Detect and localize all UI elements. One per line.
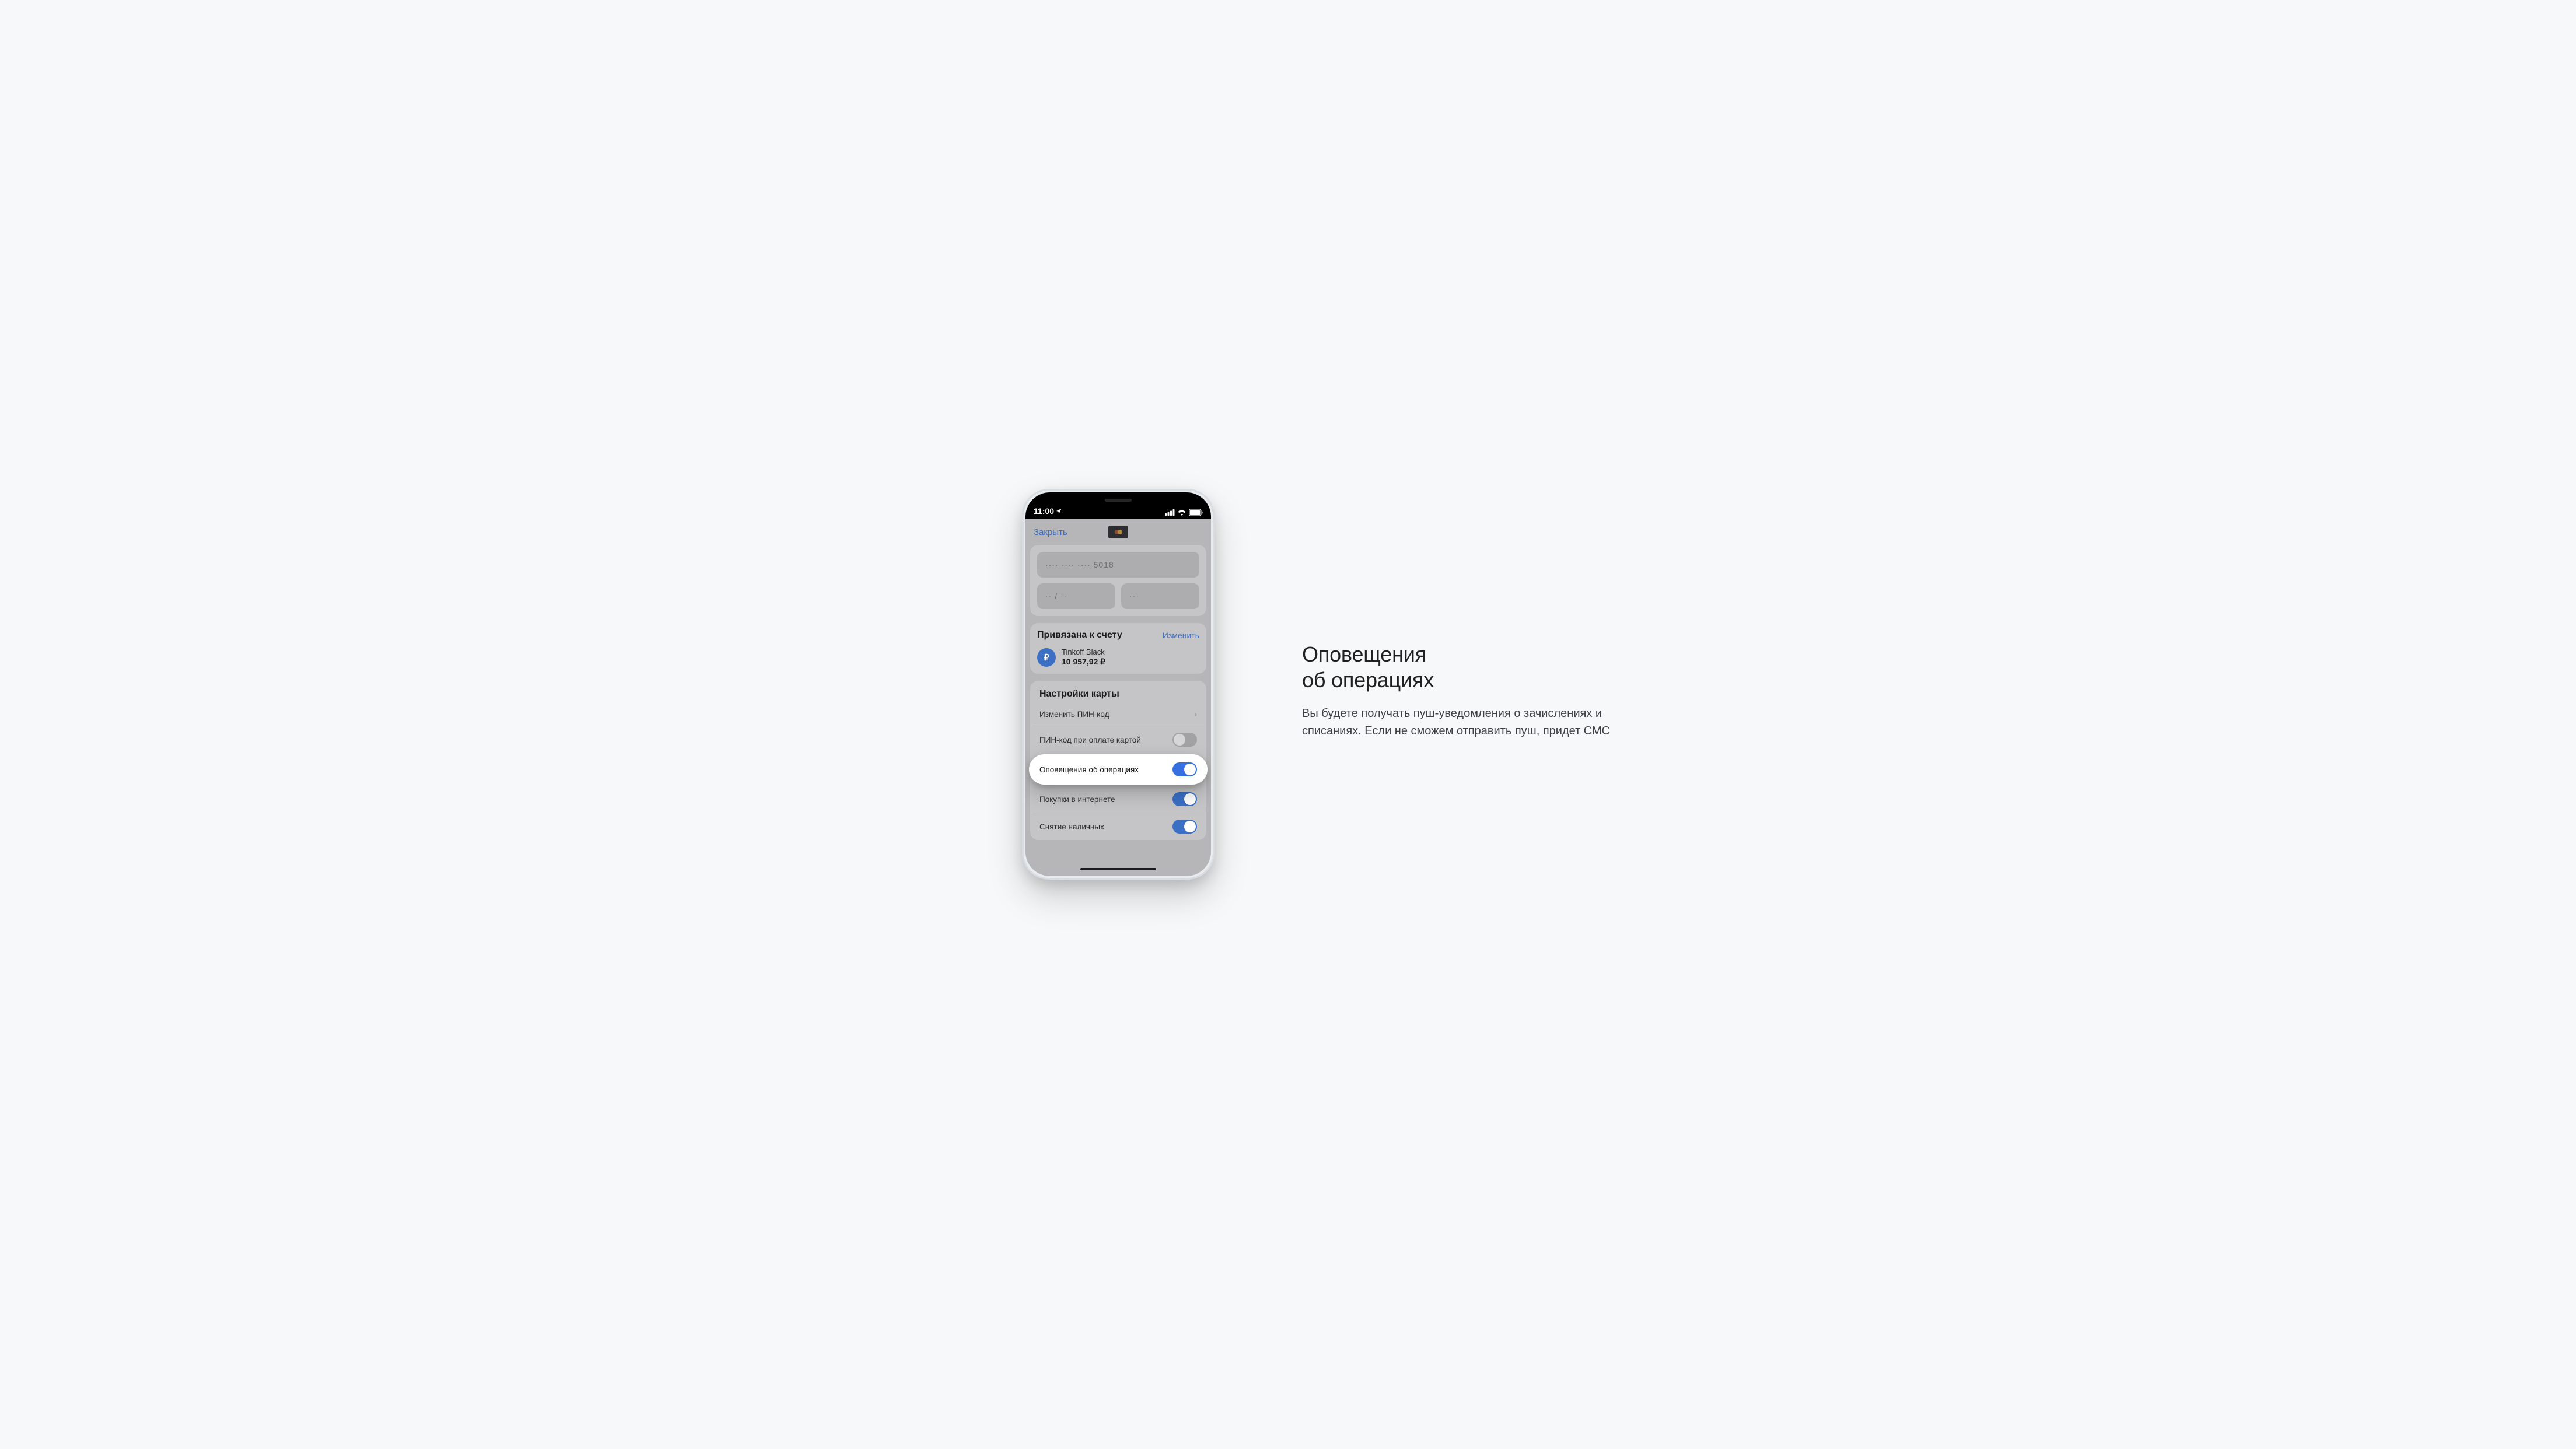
notifications-label: Оповещения об операциях — [1040, 765, 1139, 774]
home-indicator — [1080, 868, 1156, 870]
account-balance: 10 957,92 ₽ — [1062, 657, 1105, 667]
caption-body: Вы будете получать пуш-уведомления о зач… — [1302, 705, 1629, 740]
card-expiry-field[interactable]: ·· / ·· — [1037, 583, 1115, 609]
cash-withdrawal-row: Снятие наличных — [1032, 813, 1204, 840]
chevron-right-icon: › — [1194, 709, 1197, 719]
online-purchases-row: Покупки в интернете — [1032, 786, 1204, 813]
card-settings-section: Настройки карты Изменить ПИН-код › ПИН-к… — [1030, 681, 1206, 840]
caption-heading-line1: Оповещения — [1302, 642, 1426, 666]
ruble-icon: ₽ — [1037, 648, 1056, 667]
online-purchases-label: Покупки в интернете — [1040, 795, 1115, 804]
caption-block: Оповещения об операциях Вы будете получа… — [1302, 642, 1629, 740]
linked-title: Привязана к счету — [1037, 630, 1122, 640]
wifi-icon — [1177, 509, 1186, 516]
account-name: Tinkoff Black — [1062, 648, 1105, 656]
card-number-field[interactable]: ···· ···· ···· 5018 — [1037, 552, 1199, 578]
change-pin-row[interactable]: Изменить ПИН-код › — [1032, 703, 1204, 726]
notifications-toggle[interactable] — [1172, 762, 1197, 776]
notifications-row: Оповещения об операциях — [1029, 754, 1208, 785]
close-button[interactable]: Закрыть — [1034, 527, 1068, 537]
change-account-button[interactable]: Изменить — [1163, 631, 1199, 640]
account-row[interactable]: ₽ Tinkoff Black 10 957,92 ₽ — [1037, 648, 1199, 667]
mastercard-icon — [1115, 530, 1122, 534]
linked-account-section: Привязана к счету Изменить ₽ Tinkoff Bla… — [1030, 623, 1206, 674]
cash-withdrawal-label: Снятие наличных — [1040, 822, 1104, 831]
pin-on-pay-row: ПИН-код при оплате картой — [1032, 726, 1204, 753]
card-details-section: ···· ···· ···· 5018 ·· / ·· ··· — [1030, 545, 1206, 616]
caption-heading-line2: об операциях — [1302, 668, 1434, 692]
nav-bar: Закрыть — [1026, 519, 1211, 545]
phone-mockup: 11:00 Закрыть — [1022, 489, 1214, 880]
pin-on-pay-label: ПИН-код при оплате картой — [1040, 736, 1141, 744]
card-cvv-field[interactable]: ··· — [1121, 583, 1199, 609]
cellular-icon — [1165, 509, 1175, 516]
online-purchases-toggle[interactable] — [1172, 792, 1197, 806]
phone-notch — [1072, 492, 1165, 509]
cash-withdrawal-toggle[interactable] — [1172, 820, 1197, 834]
location-icon — [1056, 508, 1062, 514]
change-pin-label: Изменить ПИН-код — [1040, 710, 1109, 719]
card-thumbnail — [1108, 526, 1128, 538]
status-time: 11:00 — [1034, 506, 1054, 516]
settings-title: Настройки карты — [1032, 689, 1204, 703]
battery-icon — [1189, 509, 1203, 516]
caption-heading: Оповещения об операциях — [1302, 642, 1629, 693]
pin-on-pay-toggle[interactable] — [1172, 733, 1197, 747]
